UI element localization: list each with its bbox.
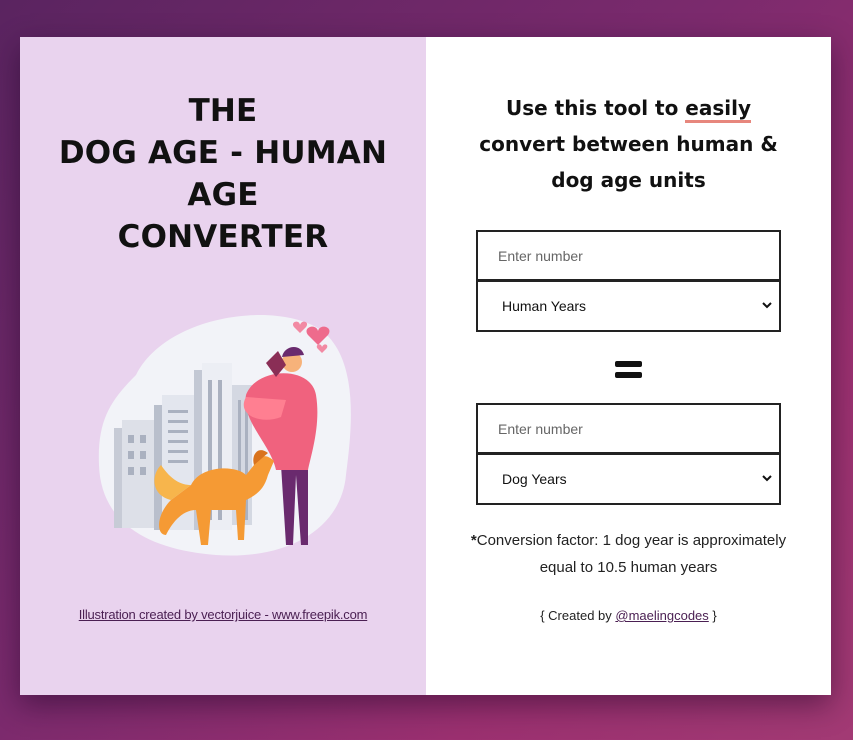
dog-number-input[interactable]: Enter number [476, 403, 781, 454]
title-line: DOG AGE - HUMAN [58, 135, 388, 171]
heading-text: convert between human & dog age units [479, 132, 778, 192]
title-line: THE [188, 93, 258, 129]
dog-unit-select[interactable]: Dog Years [476, 453, 781, 505]
equals-icon [615, 361, 642, 378]
chevron-down-icon [762, 302, 772, 309]
human-unit-select[interactable]: Human Years [476, 280, 781, 332]
illustration-credit-link[interactable]: Illustration created by vectorjuice - ww… [20, 607, 426, 622]
heading-text: Use this tool to [505, 96, 686, 120]
select-value: Human Years [502, 298, 587, 314]
note-text: Conversion factor: 1 dog year is approxi… [476, 532, 787, 576]
select-value: Dog Years [502, 471, 567, 487]
heading-emphasis: easily [685, 96, 752, 123]
person-with-dog-illustration [98, 315, 351, 556]
created-by: { Created by @maelingcodes } [426, 608, 831, 623]
input-placeholder: Enter number [498, 247, 583, 264]
converter-card: THE DOG AGE - HUMAN AGE CONVERTER Illust… [20, 37, 831, 695]
page-title: THE DOG AGE - HUMAN AGE CONVERTER [20, 90, 426, 258]
chevron-down-icon [762, 475, 772, 482]
left-panel: THE DOG AGE - HUMAN AGE CONVERTER Illust… [20, 37, 426, 695]
title-line: AGE [187, 177, 259, 213]
title-line: CONVERTER [117, 219, 329, 255]
author-link[interactable]: @maelingcodes [615, 608, 708, 623]
input-placeholder: Enter number [498, 420, 583, 437]
human-number-input[interactable]: Enter number [476, 230, 781, 281]
created-suffix: } [708, 608, 717, 623]
created-prefix: { Created by [540, 608, 616, 623]
tool-heading: Use this tool to easily convert between … [466, 90, 791, 198]
conversion-note: *Conversion factor: 1 dog year is approx… [466, 527, 791, 581]
right-panel: Use this tool to easily convert between … [426, 37, 831, 695]
